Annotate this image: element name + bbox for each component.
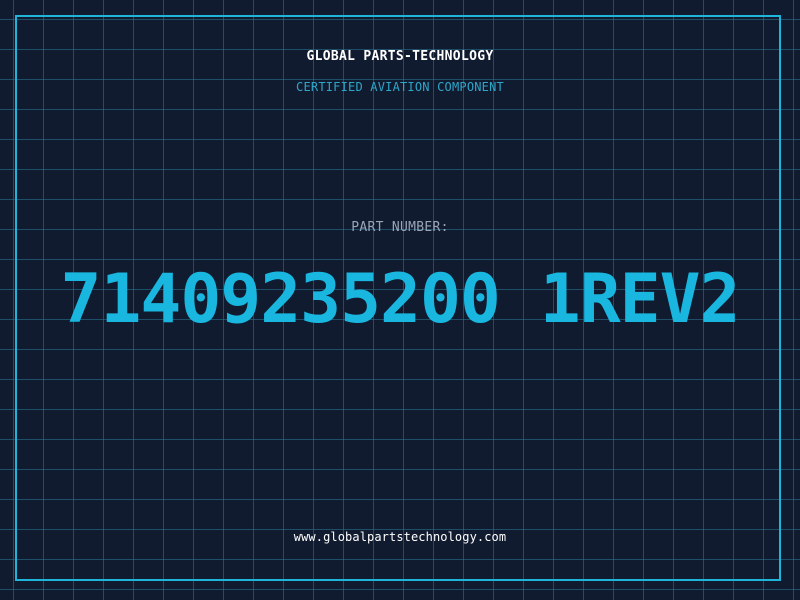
part-number-label: PART NUMBER: [351, 220, 449, 235]
brand-tagline: CERTIFIED AVIATION COMPONENT [296, 80, 504, 94]
website-url: www.globalpartstechnology.com [293, 530, 507, 544]
part-number-value: 71409235200 1REV2 [60, 260, 741, 339]
part-label-card: GLOBAL PARTS-TECHNOLOGY CERTIFIED AVIATI… [0, 0, 800, 600]
brand-name: GLOBAL PARTS-TECHNOLOGY [306, 49, 494, 64]
